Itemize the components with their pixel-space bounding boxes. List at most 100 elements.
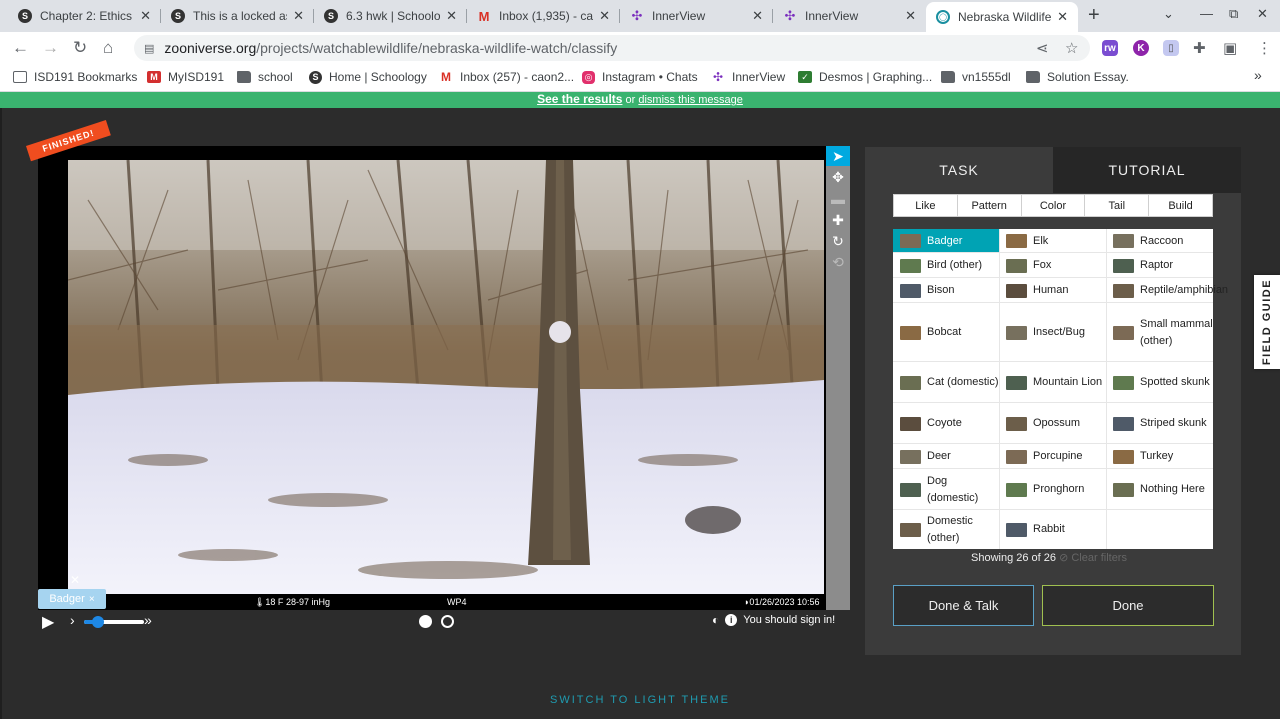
species-choice[interactable]: Bobcat bbox=[893, 303, 999, 362]
species-choice[interactable]: Small mammal (other) bbox=[1106, 303, 1213, 362]
kami-extension-icon[interactable]: K bbox=[1133, 40, 1149, 56]
restore-icon[interactable]: ⧉ bbox=[1229, 6, 1238, 22]
filter-like[interactable]: Like bbox=[894, 195, 958, 216]
forward-icon[interactable]: → bbox=[42, 38, 59, 58]
bookmark-item[interactable]: M MyISD191 bbox=[147, 70, 224, 84]
bookmark-item[interactable]: S Home | Schoology bbox=[309, 70, 427, 84]
species-choice[interactable]: Turkey bbox=[1106, 444, 1213, 469]
filter-color[interactable]: Color bbox=[1022, 195, 1086, 216]
side-panel-icon[interactable]: ▣ bbox=[1223, 39, 1237, 57]
home-icon[interactable]: ⌂ bbox=[103, 38, 113, 58]
fast-speed-icon[interactable]: » bbox=[144, 612, 152, 628]
dismiss-link[interactable]: dismiss this message bbox=[638, 94, 743, 106]
field-guide-button[interactable]: FIELD GUIDE bbox=[1254, 275, 1280, 369]
bookmark-item[interactable]: school bbox=[237, 70, 293, 84]
window-close-icon[interactable]: ✕ bbox=[1257, 6, 1268, 22]
share-icon[interactable]: ⋖ bbox=[1036, 39, 1049, 57]
bookmark-star-icon[interactable]: ☆ bbox=[1065, 39, 1078, 57]
done-and-talk-button[interactable]: Done & Talk bbox=[893, 585, 1034, 626]
chip-close-icon[interactable]: × bbox=[89, 594, 95, 605]
reset-icon[interactable]: ⟲ bbox=[826, 252, 850, 272]
bookmark-item[interactable]: Solution Essay. bbox=[1026, 70, 1129, 84]
tab-tutorial[interactable]: TUTORIAL bbox=[1053, 147, 1241, 193]
zoom-in-icon[interactable]: ✚ bbox=[826, 210, 850, 230]
browser-tab[interactable]: S 6.3 hwk | Schoolog ✕ bbox=[314, 2, 467, 30]
reload-icon[interactable]: ↻ bbox=[73, 38, 87, 58]
info-icon[interactable]: i bbox=[725, 614, 738, 626]
species-choice[interactable]: Nothing Here bbox=[1106, 469, 1213, 510]
minimize-icon[interactable]: — bbox=[1200, 6, 1213, 21]
contrast-icon[interactable]: ◐ bbox=[712, 613, 719, 627]
species-choice[interactable]: Striped skunk bbox=[1106, 403, 1213, 444]
frame-dot-active[interactable] bbox=[419, 615, 432, 628]
browser-tab[interactable]: ✣ InnerView ✕ bbox=[773, 2, 926, 30]
close-icon[interactable]: ✕ bbox=[140, 8, 151, 24]
subject-viewer[interactable]: 🌡18 F 28-97 inHg WP4 ◗01/26/2023 10:56 ✕ bbox=[38, 146, 826, 610]
close-icon[interactable]: ✕ bbox=[446, 8, 457, 24]
zoom-out-icon[interactable]: ▬ bbox=[826, 189, 850, 209]
species-choice[interactable]: Fox bbox=[999, 253, 1106, 278]
annotation-chip[interactable]: Badger × bbox=[38, 589, 106, 609]
species-choice[interactable]: Human bbox=[999, 278, 1106, 303]
species-choice[interactable]: Badger bbox=[893, 229, 999, 253]
reader-extension-icon[interactable]: ▯ bbox=[1163, 40, 1179, 56]
bookmark-item[interactable]: ISD191 Bookmarks bbox=[13, 70, 137, 84]
species-choice[interactable]: Opossum bbox=[999, 403, 1106, 444]
see-results-link[interactable]: See the results bbox=[537, 92, 622, 106]
filter-build[interactable]: Build bbox=[1149, 195, 1212, 216]
switch-theme-button[interactable]: SWITCH TO LIGHT THEME bbox=[0, 694, 1280, 706]
close-icon[interactable]: ✕ bbox=[293, 8, 304, 24]
pointer-tool-icon[interactable]: ➤ bbox=[826, 146, 850, 166]
species-choice[interactable]: Elk bbox=[999, 229, 1106, 253]
close-icon[interactable]: ✕ bbox=[599, 8, 610, 24]
species-choice[interactable]: Bison bbox=[893, 278, 999, 303]
close-icon[interactable]: ✕ bbox=[752, 8, 763, 24]
rotate-icon[interactable]: ↻ bbox=[826, 231, 850, 251]
species-choice[interactable]: Pronghorn bbox=[999, 469, 1106, 510]
species-choice[interactable]: Domestic (other) bbox=[893, 510, 999, 549]
species-choice[interactable]: Raptor bbox=[1106, 253, 1213, 278]
trail-camera-photo[interactable] bbox=[68, 160, 824, 594]
bookmark-item[interactable]: ◎ Instagram • Chats bbox=[582, 70, 698, 84]
address-bar[interactable]: ▤ zooniverse.org/projects/watchablewildl… bbox=[134, 35, 1090, 61]
browser-tab[interactable]: ✣ InnerView ✕ bbox=[620, 2, 773, 30]
species-choice[interactable]: Reptile/amphibian bbox=[1106, 278, 1228, 303]
close-icon[interactable]: ✕ bbox=[905, 8, 916, 24]
speed-slider[interactable] bbox=[84, 616, 144, 628]
close-icon[interactable]: ✕ bbox=[1057, 9, 1068, 25]
slider-handle[interactable] bbox=[92, 616, 104, 628]
clear-filters-button[interactable]: ⊘ Clear filters bbox=[1059, 552, 1127, 564]
tab-search-icon[interactable]: ⌄ bbox=[1163, 6, 1174, 22]
bookmark-item[interactable]: ✓ Desmos | Graphing... bbox=[798, 70, 932, 84]
play-icon[interactable]: ▶ bbox=[42, 612, 54, 632]
species-choice[interactable]: Deer bbox=[893, 444, 999, 469]
bookmarks-overflow[interactable]: » bbox=[1254, 67, 1262, 83]
slow-speed-icon[interactable]: › bbox=[70, 612, 75, 628]
tab-task[interactable]: TASK bbox=[865, 147, 1053, 193]
back-icon[interactable]: ← bbox=[12, 38, 29, 58]
browser-tab[interactable]: M Inbox (1,935) - cao ✕ bbox=[467, 2, 620, 30]
species-choice[interactable]: Porcupine bbox=[999, 444, 1106, 469]
extension-icon[interactable]: rw bbox=[1102, 40, 1118, 56]
species-choice[interactable]: Insect/Bug bbox=[999, 303, 1106, 362]
species-choice[interactable]: Raccoon bbox=[1106, 229, 1213, 253]
bookmark-item[interactable]: M Inbox (257) - caon2... bbox=[439, 70, 574, 84]
site-info-icon[interactable]: ▤ bbox=[144, 42, 154, 55]
species-choice[interactable]: Coyote bbox=[893, 403, 999, 444]
filter-pattern[interactable]: Pattern bbox=[958, 195, 1022, 216]
menu-icon[interactable]: ⋮ bbox=[1257, 39, 1272, 57]
frame-dot[interactable] bbox=[441, 615, 454, 628]
species-choice[interactable]: Cat (domestic) bbox=[893, 362, 999, 403]
done-button[interactable]: Done bbox=[1042, 585, 1214, 626]
bookmark-item[interactable]: vn1555dl bbox=[941, 70, 1011, 84]
species-choice[interactable]: Mountain Lion bbox=[999, 362, 1106, 403]
species-choice[interactable]: Dog (domestic) bbox=[893, 469, 999, 510]
new-tab-button[interactable]: + bbox=[1088, 4, 1100, 27]
browser-tab-active[interactable]: ◯ Nebraska Wildlife ✕ bbox=[926, 2, 1078, 32]
species-choice[interactable]: Rabbit bbox=[999, 510, 1106, 549]
species-choice[interactable]: Spotted skunk bbox=[1106, 362, 1213, 403]
browser-tab[interactable]: S Chapter 2: Ethics a ✕ bbox=[8, 2, 161, 30]
browser-tab[interactable]: S This is a locked as ✕ bbox=[161, 2, 314, 30]
move-tool-icon[interactable]: ✥ bbox=[826, 167, 850, 187]
extensions-puzzle-icon[interactable]: ✚ bbox=[1193, 39, 1206, 57]
